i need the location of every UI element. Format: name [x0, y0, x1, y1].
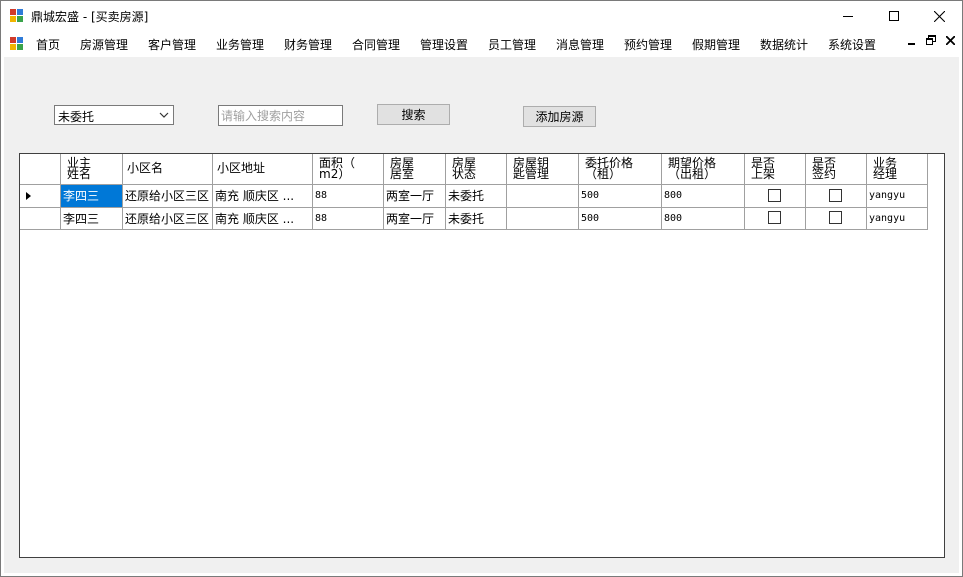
- cell-owner[interactable]: 李四三: [61, 185, 123, 208]
- menu-bar: 首页 房源管理 客户管理 业务管理 财务管理 合同管理 管理设置 员工管理 消息…: [1, 32, 962, 56]
- cell-status[interactable]: 未委托: [446, 185, 507, 208]
- signed-checkbox[interactable]: [829, 189, 842, 202]
- property-grid[interactable]: 业主 姓名 小区名 小区地址 面积（ m2） 房屋 居室 房屋 状态 房屋钥 匙…: [19, 153, 945, 558]
- col-header-area-label: 面积（ m2）: [319, 156, 356, 181]
- col-header-key-mgmt[interactable]: 房屋钥 匙管理: [507, 154, 579, 185]
- cell-area[interactable]: 88: [313, 185, 384, 208]
- col-header-owner[interactable]: 业主 姓名: [61, 154, 123, 185]
- menu-customer-mgmt[interactable]: 客户管理: [148, 36, 196, 53]
- menu-holiday-mgmt[interactable]: 假期管理: [692, 36, 740, 53]
- col-header-manager-label: 业务 经理: [873, 156, 898, 181]
- minimize-icon: [843, 16, 853, 17]
- mdi-restore-button[interactable]: [923, 35, 939, 48]
- cell-listed[interactable]: [745, 185, 806, 208]
- app-icon: [10, 9, 23, 22]
- col-header-entrust-price-label: 委托价格 （租）: [585, 156, 634, 181]
- cell-rooms[interactable]: 两室一厅: [384, 208, 446, 230]
- col-header-expected-price[interactable]: 期望价格 （出租）: [662, 154, 745, 185]
- menu-home[interactable]: 首页: [36, 36, 60, 53]
- col-header-community-label: 小区名: [127, 161, 164, 175]
- col-header-manager[interactable]: 业务 经理: [867, 154, 928, 185]
- cell-listed[interactable]: [745, 208, 806, 230]
- col-header-community[interactable]: 小区名: [123, 154, 213, 185]
- cell-address[interactable]: 南充 顺庆区 ...: [213, 208, 313, 230]
- chevron-down-icon[interactable]: [158, 108, 170, 122]
- menu-message-mgmt[interactable]: 消息管理: [556, 36, 604, 53]
- minimize-icon: [908, 43, 915, 45]
- menu-contract-mgmt[interactable]: 合同管理: [352, 36, 400, 53]
- col-header-expected-price-label: 期望价格 （出租）: [668, 156, 717, 181]
- col-header-signed-label: 是否 签约: [812, 156, 837, 181]
- menu-admin-settings[interactable]: 管理设置: [420, 36, 468, 53]
- cell-signed[interactable]: [806, 185, 867, 208]
- mdi-minimize-button[interactable]: [904, 35, 920, 48]
- maximize-icon: [889, 11, 899, 21]
- cell-expected-price[interactable]: 800: [662, 185, 745, 208]
- mdi-child-icon[interactable]: [10, 37, 23, 50]
- menu-property-mgmt[interactable]: 房源管理: [80, 36, 128, 53]
- restore-icon: [926, 35, 936, 45]
- col-header-signed[interactable]: 是否 签约: [806, 154, 867, 185]
- cell-address[interactable]: 南充 顺庆区 ...: [213, 185, 313, 208]
- close-button[interactable]: [916, 1, 962, 31]
- cell-key-mgmt[interactable]: [507, 208, 579, 230]
- status-dropdown[interactable]: 未委托: [54, 105, 174, 125]
- cell-owner[interactable]: 李四三: [61, 208, 123, 230]
- menu-system-settings[interactable]: 系统设置: [828, 36, 876, 53]
- cell-signed[interactable]: [806, 208, 867, 230]
- cell-expected-price[interactable]: 800: [662, 208, 745, 230]
- col-header-key-mgmt-label: 房屋钥 匙管理: [513, 156, 550, 181]
- listed-checkbox[interactable]: [768, 211, 781, 224]
- status-dropdown-value: 未委托: [58, 110, 95, 124]
- col-header-listed-label: 是否 上架: [751, 156, 776, 181]
- col-header-address-label: 小区地址: [217, 161, 266, 175]
- cell-entrust-price[interactable]: 500: [579, 185, 662, 208]
- cell-community[interactable]: 还原给小区三区: [123, 208, 213, 230]
- listed-checkbox[interactable]: [768, 189, 781, 202]
- cell-status[interactable]: 未委托: [446, 208, 507, 230]
- window-title: 鼎城宏盛 - [买卖房源]: [31, 10, 149, 24]
- search-button[interactable]: 搜索: [377, 104, 450, 125]
- col-header-entrust-price[interactable]: 委托价格 （租）: [579, 154, 662, 185]
- col-header-status[interactable]: 房屋 状态: [446, 154, 507, 185]
- col-header-status-label: 房屋 状态: [452, 156, 477, 181]
- add-property-button[interactable]: 添加房源: [523, 106, 596, 127]
- col-header-rooms[interactable]: 房屋 居室: [384, 154, 446, 185]
- cell-area[interactable]: 88: [313, 208, 384, 230]
- menu-booking-mgmt[interactable]: 预约管理: [624, 36, 672, 53]
- cell-rooms[interactable]: 两室一厅: [384, 185, 446, 208]
- col-header-rooms-label: 房屋 居室: [390, 156, 415, 181]
- title-bar: 鼎城宏盛 - [买卖房源]: [1, 1, 962, 31]
- mdi-close-button[interactable]: [942, 35, 958, 48]
- cell-entrust-price[interactable]: 500: [579, 208, 662, 230]
- app-window: 鼎城宏盛 - [买卖房源] 首页 房源管理 客户管理 业务管理 财务管理 合同管…: [0, 0, 963, 577]
- menu-business-mgmt[interactable]: 业务管理: [216, 36, 264, 53]
- cell-manager[interactable]: yangyu: [867, 208, 928, 230]
- grid-corner-header[interactable]: [20, 154, 61, 185]
- row-header[interactable]: [20, 208, 61, 230]
- maximize-button[interactable]: [871, 1, 917, 31]
- menu-finance-mgmt[interactable]: 财务管理: [284, 36, 332, 53]
- cell-key-mgmt[interactable]: [507, 185, 579, 208]
- col-header-listed[interactable]: 是否 上架: [745, 154, 806, 185]
- col-header-address[interactable]: 小区地址: [213, 154, 313, 185]
- mdi-client-area: 未委托 搜索 添加房源 业主 姓名 小区名 小区地址 面积（ m2） 房屋 居室: [4, 57, 959, 573]
- search-input[interactable]: [218, 105, 343, 126]
- menu-staff-mgmt[interactable]: 员工管理: [488, 36, 536, 53]
- minimize-button[interactable]: [825, 1, 871, 31]
- cell-community[interactable]: 还原给小区三区: [123, 185, 213, 208]
- close-icon: [933, 10, 945, 22]
- row-header[interactable]: [20, 185, 61, 208]
- current-row-arrow-icon: [26, 192, 31, 200]
- close-icon: [944, 35, 956, 46]
- menu-statistics[interactable]: 数据统计: [760, 36, 808, 53]
- signed-checkbox[interactable]: [829, 211, 842, 224]
- cell-manager[interactable]: yangyu: [867, 185, 928, 208]
- col-header-area[interactable]: 面积（ m2）: [313, 154, 384, 185]
- col-header-owner-label: 业主 姓名: [66, 156, 91, 181]
